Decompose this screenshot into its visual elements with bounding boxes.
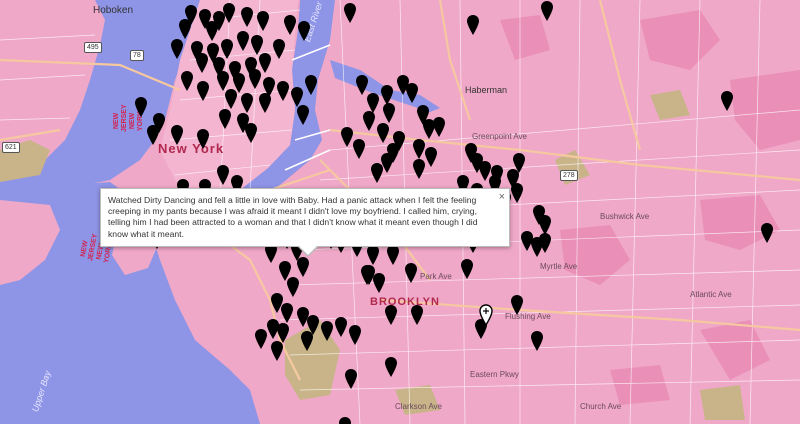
map-pin-icon[interactable] xyxy=(384,304,398,326)
map-pin-icon[interactable] xyxy=(320,320,334,342)
map-pin-icon[interactable] xyxy=(348,324,362,346)
map-pin-icon[interactable] xyxy=(362,110,376,132)
map-pin-icon[interactable] xyxy=(410,304,424,326)
map-pin-icon[interactable] xyxy=(304,74,318,96)
map-pin-icon[interactable] xyxy=(352,138,366,160)
map-pin-outline-icon[interactable] xyxy=(479,304,493,326)
map-pin-icon[interactable] xyxy=(538,232,552,254)
map-pin-icon[interactable] xyxy=(760,222,774,244)
map-pin-icon[interactable] xyxy=(297,20,311,42)
highway-shield: 621 xyxy=(2,142,20,153)
map-pin-icon[interactable] xyxy=(405,82,419,104)
map-pin-icon[interactable] xyxy=(146,124,160,146)
map-pin-icon[interactable] xyxy=(540,0,554,22)
map-pin-icon[interactable] xyxy=(343,2,357,24)
map-pin-icon[interactable] xyxy=(300,330,314,352)
map-pin-icon[interactable] xyxy=(404,262,418,284)
map-pin-icon[interactable] xyxy=(180,70,194,92)
map-pin-icon[interactable] xyxy=(178,18,192,40)
map-pin-icon[interactable] xyxy=(362,264,376,286)
map-pin-icon[interactable] xyxy=(276,80,290,102)
map-pin-icon[interactable] xyxy=(216,164,230,186)
map-pin-icon[interactable] xyxy=(432,116,446,138)
map-pin-icon[interactable] xyxy=(195,52,209,74)
map-pin-icon[interactable] xyxy=(370,162,384,184)
popup-text: Watched Dirty Dancing and fell a little … xyxy=(108,195,478,239)
highway-shield: 495 xyxy=(84,42,102,53)
map-pin-icon[interactable] xyxy=(510,182,524,204)
map-pin-icon[interactable] xyxy=(530,330,544,352)
map-pin-icon[interactable] xyxy=(134,96,148,118)
map-pin-icon[interactable] xyxy=(272,38,286,60)
map-pin-icon[interactable] xyxy=(338,416,352,424)
map-pin-icon[interactable] xyxy=(205,20,219,42)
popup-pointer xyxy=(299,245,317,255)
highway-shield: 78 xyxy=(130,50,144,61)
highway-shield: 278 xyxy=(560,170,578,181)
map-pin-icon[interactable] xyxy=(286,276,300,298)
map-pin-icon[interactable] xyxy=(218,108,232,130)
map-pin-icon[interactable] xyxy=(510,294,524,316)
map-pin-icon[interactable] xyxy=(296,104,310,126)
map-pin-icon[interactable] xyxy=(283,14,297,36)
map-pin-icon[interactable] xyxy=(376,122,390,144)
map-pin-icon[interactable] xyxy=(412,158,426,180)
map-pin-icon[interactable] xyxy=(382,102,396,124)
map-pin-icon[interactable] xyxy=(196,128,210,150)
map-pin-icon[interactable] xyxy=(280,302,294,324)
map-pin-icon[interactable] xyxy=(460,258,474,280)
map-pin-icon[interactable] xyxy=(334,316,348,338)
map-pin-icon[interactable] xyxy=(386,244,400,266)
map-pin-icon[interactable] xyxy=(258,92,272,114)
map-pin-icon[interactable] xyxy=(344,368,358,390)
map-pin-icon[interactable] xyxy=(270,340,284,362)
map-pin-icon[interactable] xyxy=(256,10,270,32)
map-pin-icon[interactable] xyxy=(384,356,398,378)
map-pin-icon[interactable] xyxy=(244,122,258,144)
map-pin-icon[interactable] xyxy=(248,68,262,90)
map-pin-icon[interactable] xyxy=(466,14,480,36)
map-pin-icon[interactable] xyxy=(366,244,380,266)
map-pin-icon[interactable] xyxy=(222,2,236,24)
map-pin-icon[interactable] xyxy=(296,256,310,278)
map-pin-icon[interactable] xyxy=(720,90,734,112)
map-pin-icon[interactable] xyxy=(254,328,268,350)
map-pin-icon[interactable] xyxy=(170,38,184,60)
map-pin-icon[interactable] xyxy=(236,30,250,52)
map-pin-icon[interactable] xyxy=(240,92,254,114)
story-popup: Watched Dirty Dancing and fell a little … xyxy=(100,188,510,257)
map-canvas[interactable]: Hoboken New York BROOKLYN Haberman East … xyxy=(0,0,800,424)
map-pin-icon[interactable] xyxy=(424,146,438,168)
map-pin-icon[interactable] xyxy=(196,80,210,102)
map-pin-icon[interactable] xyxy=(240,6,254,28)
close-icon[interactable]: × xyxy=(499,191,505,203)
map-pin-icon[interactable] xyxy=(224,88,238,110)
map-pin-icon[interactable] xyxy=(170,124,184,146)
